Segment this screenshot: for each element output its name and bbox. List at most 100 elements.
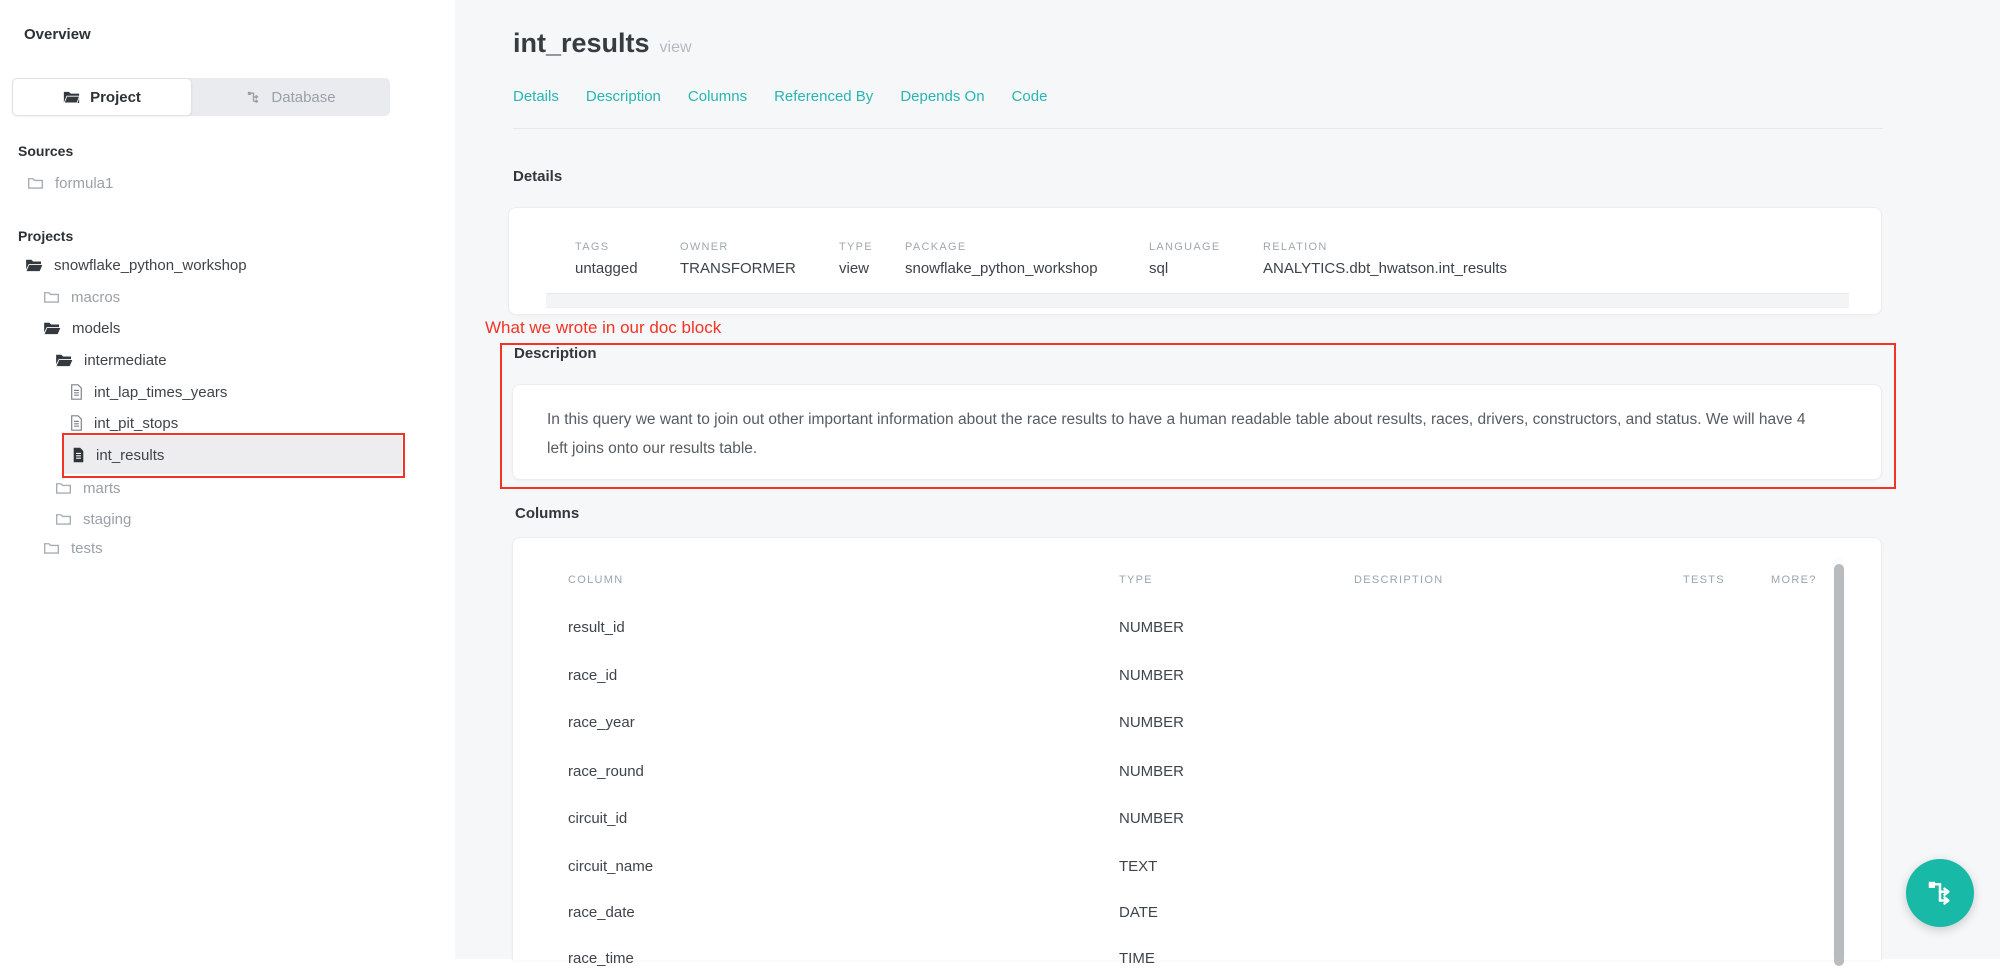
cell-column-name: result_id	[568, 619, 625, 636]
sidebar-item-int-results[interactable]: int_results	[72, 442, 164, 468]
tree-label: snowflake_python_workshop	[54, 257, 247, 274]
cell-column-type: NUMBER	[1119, 619, 1184, 636]
sidebar-item-int-lap-times-years[interactable]: int_lap_times_years	[70, 379, 227, 405]
columns-card: COLUMN TYPE DESCRIPTION TESTS MORE? resu…	[512, 537, 1882, 960]
th-tests: TESTS	[1683, 574, 1725, 586]
page-title: int_resultsview	[513, 28, 692, 59]
description-card: In this query we want to join out other …	[512, 384, 1882, 480]
folder-icon	[63, 90, 80, 104]
cell-column-type: DATE	[1119, 904, 1158, 921]
toggle-project-label: Project	[90, 89, 141, 106]
meta-value: snowflake_python_workshop	[905, 260, 1098, 277]
cell-column-type: NUMBER	[1119, 810, 1184, 827]
annotation-text: What we wrote in our doc block	[485, 318, 721, 338]
stats-expander-bar[interactable]	[546, 293, 1849, 308]
meta-tags: TAGS untagged	[575, 241, 638, 277]
nav-link-details[interactable]: Details	[513, 88, 559, 105]
nav-divider	[513, 128, 1883, 129]
th-more: MORE?	[1771, 574, 1817, 586]
tree-label: marts	[83, 480, 121, 497]
tree-label: int_results	[96, 447, 164, 464]
nav-link-depends-on[interactable]: Depends On	[900, 88, 984, 105]
folder-icon	[43, 290, 60, 304]
source-label: formula1	[55, 175, 113, 192]
cell-column-name: circuit_name	[568, 858, 653, 875]
meta-label: OWNER	[680, 241, 796, 253]
meta-package: PACKAGE snowflake_python_workshop	[905, 241, 1098, 277]
folder-icon	[27, 176, 44, 190]
meta-value: sql	[1149, 260, 1221, 277]
dbt-docs-app: Overview Project Database Sources formul…	[0, 0, 2000, 959]
description-body: In this query we want to join out other …	[547, 405, 1812, 463]
tree-icon	[246, 90, 261, 105]
folder-icon	[43, 541, 60, 555]
toggle-database-tab[interactable]: Database	[192, 78, 390, 116]
sidebar-item-staging[interactable]: staging	[55, 506, 131, 532]
details-heading: Details	[513, 168, 562, 185]
cell-column-name: race_year	[568, 714, 635, 731]
meta-value: ANALYTICS.dbt_hwatson.int_results	[1263, 260, 1507, 277]
nav-link-description[interactable]: Description	[586, 88, 661, 105]
tree-label: int_pit_stops	[94, 415, 178, 432]
columns-heading: Columns	[515, 505, 579, 522]
sidebar-item-marts[interactable]: marts	[55, 475, 121, 501]
table-scrollbar[interactable]	[1833, 558, 1845, 960]
meta-owner: OWNER TRANSFORMER	[680, 241, 796, 277]
meta-label: LANGUAGE	[1149, 241, 1221, 253]
sidebar-item-intermediate[interactable]: intermediate	[55, 347, 167, 373]
meta-label: TYPE	[839, 241, 873, 253]
toggle-project-tab[interactable]: Project	[12, 78, 192, 116]
description-heading: Description	[514, 345, 597, 362]
cell-column-name: race_date	[568, 904, 635, 921]
cell-column-name: race_round	[568, 763, 644, 780]
folder-open-icon	[25, 258, 43, 272]
sidebar-item-int-pit-stops[interactable]: int_pit_stops	[70, 410, 178, 436]
table-scrollbar-thumb[interactable]	[1834, 564, 1844, 966]
cell-column-type: TEXT	[1119, 858, 1157, 875]
meta-label: PACKAGE	[905, 241, 1098, 253]
folder-icon	[55, 481, 72, 495]
sources-heading: Sources	[18, 143, 73, 159]
nav-link-referenced-by[interactable]: Referenced By	[774, 88, 873, 105]
meta-value: view	[839, 260, 873, 277]
tree-label: intermediate	[84, 352, 167, 369]
projects-heading: Projects	[18, 228, 73, 244]
lineage-graph-icon	[1925, 878, 1955, 908]
meta-value: untagged	[575, 260, 638, 277]
meta-type: TYPE view	[839, 241, 873, 277]
overview-link[interactable]: Overview	[24, 26, 91, 43]
cell-column-type: NUMBER	[1119, 763, 1184, 780]
sidebar-item-models[interactable]: models	[43, 315, 120, 341]
tree-label: macros	[71, 289, 120, 306]
materialization-badge: view	[660, 39, 692, 56]
meta-language: LANGUAGE sql	[1149, 241, 1221, 277]
folder-open-icon	[43, 321, 61, 335]
view-toggle: Project Database	[12, 78, 390, 116]
sidebar-item-formula1[interactable]: formula1	[27, 170, 113, 196]
folder-open-icon	[55, 353, 73, 367]
tree-label: tests	[71, 540, 103, 557]
folder-icon	[55, 512, 72, 526]
meta-relation: RELATION ANALYTICS.dbt_hwatson.int_resul…	[1263, 241, 1507, 277]
tree-label: staging	[83, 511, 131, 528]
sidebar: Overview Project Database Sources formul…	[0, 0, 455, 959]
meta-value: TRANSFORMER	[680, 260, 796, 277]
tree-label: int_lap_times_years	[94, 384, 227, 401]
meta-label: TAGS	[575, 241, 638, 253]
main-content: int_resultsview Details Description Colu…	[455, 0, 2000, 959]
lineage-graph-button[interactable]	[1906, 859, 1974, 927]
nav-link-code[interactable]: Code	[1012, 88, 1048, 105]
file-filled-icon	[72, 447, 85, 463]
meta-label: RELATION	[1263, 241, 1507, 253]
th-column: COLUMN	[568, 574, 623, 586]
nav-link-columns[interactable]: Columns	[688, 88, 747, 105]
section-nav: Details Description Columns Referenced B…	[513, 88, 1047, 105]
cell-column-type: NUMBER	[1119, 667, 1184, 684]
sidebar-item-snowflake-python-workshop[interactable]: snowflake_python_workshop	[25, 252, 247, 278]
toggle-database-label: Database	[271, 89, 335, 106]
cell-column-name: circuit_id	[568, 810, 627, 827]
th-description: DESCRIPTION	[1354, 574, 1443, 586]
sidebar-item-macros[interactable]: macros	[43, 284, 120, 310]
th-type: TYPE	[1119, 574, 1153, 586]
sidebar-item-tests[interactable]: tests	[43, 535, 103, 561]
